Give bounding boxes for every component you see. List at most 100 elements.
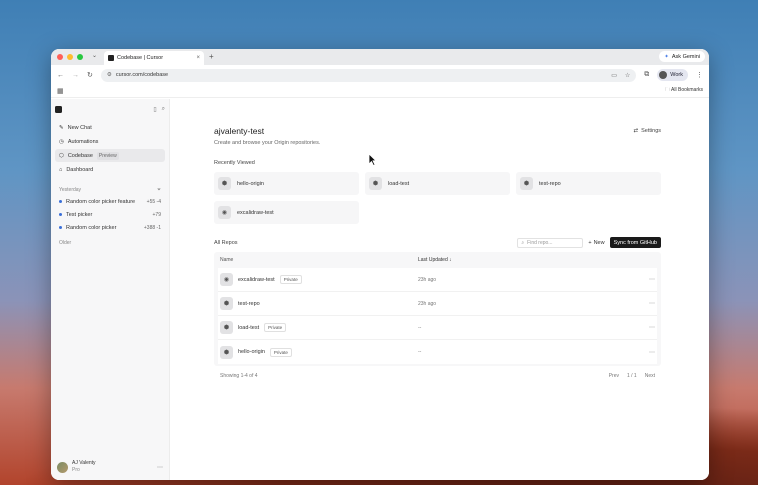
sidebar-item-label: New Chat bbox=[67, 124, 92, 131]
avatar bbox=[57, 461, 68, 473]
sidebar: ▯ ⌕ ✎ New Chat ◷ Automations ⬡ Codebase … bbox=[51, 99, 170, 480]
section-yesterday: Yesterday ⏷ bbox=[55, 185, 165, 195]
sidebar-nav: ✎ New Chat ◷ Automations ⬡ Codebase Prev… bbox=[55, 121, 165, 176]
recent-repo-card[interactable]: ⬢ load-test bbox=[365, 172, 510, 195]
cursor-logo-icon bbox=[108, 55, 114, 61]
origin-repo-icon: ⬢ bbox=[218, 177, 231, 190]
browser-tab[interactable]: Codebase | Cursor × bbox=[104, 51, 204, 65]
plus-icon: + bbox=[588, 239, 592, 246]
filter-icon[interactable]: ⏷ bbox=[157, 187, 161, 193]
private-badge: Private bbox=[269, 347, 292, 357]
status-dot bbox=[59, 226, 62, 229]
maximize-window-button[interactable] bbox=[77, 54, 83, 60]
column-last-updated[interactable]: Last Updated ↓ bbox=[418, 257, 452, 263]
page-subtitle: Create and browse your Origin repositori… bbox=[214, 140, 321, 146]
forward-icon[interactable]: → bbox=[72, 72, 79, 79]
extensions-icon[interactable]: ⧉ bbox=[644, 71, 649, 79]
tab-bar: ⌄ Codebase | Cursor × + ✦ Ask Gemini bbox=[51, 49, 709, 65]
status-dot bbox=[59, 200, 62, 203]
ask-gemini-button[interactable]: ✦ Ask Gemini bbox=[659, 51, 705, 62]
tab-title: Codebase | Cursor bbox=[117, 55, 164, 61]
toggle-sidebar-icon[interactable]: ▯ bbox=[153, 106, 156, 113]
settings-label: Settings bbox=[641, 128, 661, 134]
page-title: ajvalenty-test bbox=[214, 126, 265, 136]
chat-title: Random color picker bbox=[66, 224, 117, 231]
section-label: Yesterday bbox=[59, 187, 82, 193]
close-window-button[interactable] bbox=[57, 54, 63, 60]
new-repo-button[interactable]: + New bbox=[588, 240, 604, 246]
row-more-icon[interactable]: ⋯ bbox=[649, 276, 655, 283]
browser-window: ⌄ Codebase | Cursor × + ✦ Ask Gemini ← →… bbox=[51, 49, 709, 480]
table-row[interactable]: ⬢ load-test Private -- ⋯ bbox=[218, 316, 657, 340]
table-row[interactable]: ◉ excalidraw-test Private 23h ago ⋯ bbox=[218, 268, 657, 292]
sidebar-item-automations[interactable]: ◷ Automations bbox=[55, 135, 165, 148]
pagination: Showing 1-4 of 4 Prev 1 / 1 Next bbox=[214, 368, 661, 384]
minimize-window-button[interactable] bbox=[67, 54, 73, 60]
site-info-icon[interactable]: ⚙ bbox=[107, 72, 112, 78]
recent-repo-card[interactable]: ⬢ test-repo bbox=[516, 172, 661, 195]
search-icon[interactable]: ⌕ bbox=[162, 106, 165, 113]
next-page-button[interactable]: Next bbox=[645, 373, 655, 379]
column-name[interactable]: Name bbox=[220, 257, 418, 263]
row-more-icon[interactable]: ⋯ bbox=[649, 300, 655, 307]
showing-count: Showing 1-4 of 4 bbox=[220, 373, 258, 379]
codebase-page: ajvalenty-test Create and browse your Or… bbox=[214, 126, 661, 384]
new-label: New bbox=[593, 239, 605, 246]
recent-repo-card[interactable]: ◉ excalidraw-test bbox=[214, 201, 359, 224]
row-more-icon[interactable]: ⋯ bbox=[649, 349, 655, 356]
address-row: ← → ↻ ⚙ cursor.com/codebase ▭ ☆ ⧉ Work ⋮ bbox=[51, 65, 709, 85]
find-repo-input[interactable]: ⌕ Find repo... bbox=[517, 237, 584, 248]
address-bar[interactable]: ⚙ cursor.com/codebase ▭ ☆ bbox=[100, 68, 637, 82]
section-older: Older bbox=[59, 240, 72, 246]
recent-repo-card[interactable]: ⬢ hello-origin bbox=[214, 172, 359, 195]
cast-icon[interactable]: ▭ bbox=[611, 72, 617, 79]
apps-grid-icon[interactable]: ▦ bbox=[57, 87, 64, 95]
back-icon[interactable]: ← bbox=[57, 72, 64, 79]
sidebar-item-codebase[interactable]: ⬡ Codebase Preview bbox=[55, 149, 165, 162]
user-more-icon[interactable]: ⋯ bbox=[157, 464, 163, 471]
github-icon: ◉ bbox=[218, 206, 231, 219]
codebase-icon: ⬡ bbox=[59, 152, 64, 159]
avatar bbox=[659, 71, 668, 79]
chat-diff: +79 bbox=[152, 211, 161, 218]
chat-item[interactable]: Random color picker +388 -1 bbox=[55, 221, 165, 234]
reload-icon[interactable]: ↻ bbox=[87, 71, 93, 79]
origin-repo-icon: ⬢ bbox=[220, 321, 233, 334]
new-tab-icon[interactable]: + bbox=[209, 52, 214, 61]
bookmark-star-icon[interactable]: ☆ bbox=[625, 72, 630, 79]
origin-repo-icon: ⬢ bbox=[220, 297, 233, 310]
repo-name: hello-origin bbox=[237, 180, 264, 187]
cursor-logo-icon[interactable] bbox=[55, 105, 62, 113]
settings-button[interactable]: ⇄ Settings bbox=[634, 128, 661, 134]
more-menu-icon[interactable]: ⋮ bbox=[696, 71, 703, 79]
origin-repo-icon: ⬢ bbox=[520, 177, 533, 190]
all-repos-label: All Repos bbox=[214, 239, 238, 246]
search-icon: ⌕ bbox=[521, 239, 525, 246]
repo-name: excalidraw-test bbox=[237, 209, 274, 216]
chat-item[interactable]: Random color picker feature +55 -4 bbox=[55, 195, 165, 208]
all-bookmarks-button[interactable]: 🗀 All Bookmarks bbox=[665, 87, 703, 95]
close-tab-icon[interactable]: × bbox=[196, 55, 200, 61]
row-more-icon[interactable]: ⋯ bbox=[649, 324, 655, 331]
sidebar-header: ▯ ⌕ bbox=[55, 103, 165, 115]
sidebar-item-dashboard[interactable]: ⌂ Dashboard bbox=[55, 163, 165, 176]
profile-button[interactable]: Work bbox=[657, 69, 688, 81]
sidebar-item-label: Codebase bbox=[67, 152, 93, 159]
table-row[interactable]: ⬢ hello-origin Private -- ⋯ bbox=[218, 340, 657, 364]
preview-badge: Preview bbox=[96, 151, 119, 160]
table-row[interactable]: ⬢ test-repo 23h ago ⋯ bbox=[218, 292, 657, 316]
recent-repos-grid: ⬢ hello-origin ⬢ load-test ⬢ test-repo ◉… bbox=[214, 172, 661, 224]
sidebar-item-new-chat[interactable]: ✎ New Chat bbox=[55, 121, 165, 134]
user-profile[interactable]: AJ Valenty Pro ⋯ bbox=[57, 460, 163, 474]
repo-name: excalidraw-test bbox=[238, 276, 275, 283]
repo-updated: -- bbox=[418, 349, 422, 355]
window-controls bbox=[57, 54, 83, 60]
chat-item[interactable]: Test picker +79 bbox=[55, 208, 165, 221]
sync-from-github-button[interactable]: Sync from GitHub bbox=[609, 237, 661, 248]
sidebar-item-label: Dashboard bbox=[66, 166, 94, 173]
recently-viewed-label: Recently Viewed bbox=[214, 160, 255, 166]
page-indicator: 1 / 1 bbox=[626, 373, 637, 379]
sidebar-item-label: Automations bbox=[67, 138, 99, 145]
prev-page-button[interactable]: Prev bbox=[609, 373, 619, 379]
tab-list-chevron-icon[interactable]: ⌄ bbox=[92, 52, 97, 59]
